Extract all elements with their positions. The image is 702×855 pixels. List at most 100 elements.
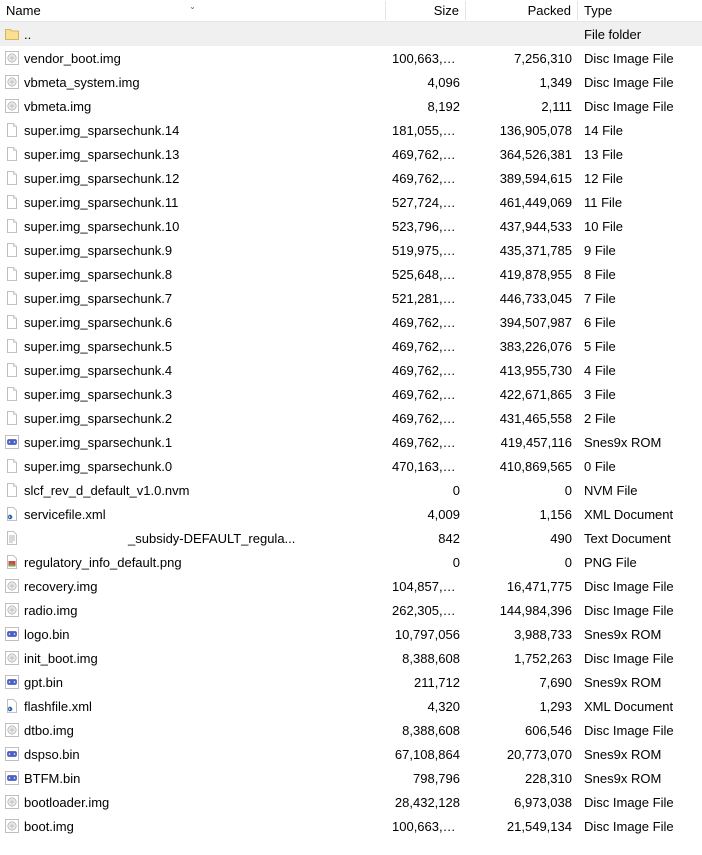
table-row[interactable]: init_boot.img8,388,6081,752,263Disc Imag… (0, 646, 702, 670)
table-row[interactable]: super.img_sparsechunk.12469,762,184389,5… (0, 166, 702, 190)
file-packed: 490 (466, 531, 578, 546)
parent-folder-row[interactable]: ..File folder (0, 22, 702, 46)
file-packed: 446,733,045 (466, 291, 578, 306)
file-name: super.img_sparsechunk.14 (24, 123, 179, 138)
file-size: 469,762,184 (386, 339, 466, 354)
file-name-cell: servicefile.xml (0, 506, 386, 522)
table-row[interactable]: super.img_sparsechunk.6469,762,184394,50… (0, 310, 702, 334)
file-packed: 435,371,785 (466, 243, 578, 258)
file-name-cell: vendor_boot.img (0, 50, 386, 66)
file-type: 5 File (578, 339, 702, 354)
file-name: vendor_boot.img (24, 51, 121, 66)
table-row[interactable]: recovery.img104,857,60016,471,775Disc Im… (0, 574, 702, 598)
table-row[interactable]: vendor_boot.img100,663,2967,256,310Disc … (0, 46, 702, 70)
table-row[interactable]: vbmeta.img8,1922,111Disc Image File (0, 94, 702, 118)
file-name-cell: super.img_sparsechunk.10 (0, 218, 386, 234)
file-name: super.img_sparsechunk.2 (24, 411, 172, 426)
file-name: super.img_sparsechunk.4 (24, 363, 172, 378)
file-packed: 431,465,558 (466, 411, 578, 426)
file-icon (4, 290, 20, 306)
file-icon (4, 386, 20, 402)
table-row[interactable]: flashfile.xml4,3201,293XML Document (0, 694, 702, 718)
table-row[interactable]: super.img_sparsechunk.5469,762,184383,22… (0, 334, 702, 358)
table-row[interactable]: super.img_sparsechunk.0470,163,620410,86… (0, 454, 702, 478)
file-name-cell: super.img_sparsechunk.0 (0, 458, 386, 474)
file-name-cell: _subsidy-DEFAULT_regula... (0, 530, 386, 546)
file-name-cell: bootloader.img (0, 794, 386, 810)
table-row[interactable]: super.img_sparsechunk.1469,762,184419,45… (0, 430, 702, 454)
file-type: Disc Image File (578, 723, 702, 738)
column-header-type[interactable]: Type (578, 1, 702, 20)
file-size: 523,796,644 (386, 219, 466, 234)
file-icon (4, 242, 20, 258)
table-row[interactable]: super.img_sparsechunk.10523,796,644437,9… (0, 214, 702, 238)
table-row[interactable]: boot.img100,663,29621,549,134Disc Image … (0, 814, 702, 838)
file-size: 469,762,184 (386, 147, 466, 162)
file-type: Disc Image File (578, 795, 702, 810)
file-type: 7 File (578, 291, 702, 306)
file-name: super.img_sparsechunk.5 (24, 339, 172, 354)
file-name: servicefile.xml (24, 507, 106, 522)
table-row[interactable]: bootloader.img28,432,1286,973,038Disc Im… (0, 790, 702, 814)
table-row[interactable]: _subsidy-DEFAULT_regula...842490Text Doc… (0, 526, 702, 550)
file-name: _subsidy-DEFAULT_regula... (128, 531, 295, 546)
table-row[interactable]: radio.img262,305,536144,984,396Disc Imag… (0, 598, 702, 622)
column-header-name[interactable]: Name ⌄ (0, 1, 386, 20)
file-packed: 0 (466, 483, 578, 498)
file-name: super.img_sparsechunk.11 (24, 195, 178, 210)
file-packed: 389,594,615 (466, 171, 578, 186)
file-size: 4,096 (386, 75, 466, 90)
table-row[interactable]: BTFM.bin798,796228,310Snes9x ROM (0, 766, 702, 790)
file-type: 11 File (578, 195, 702, 210)
table-row[interactable]: slcf_rev_d_default_v1.0.nvm00NVM File (0, 478, 702, 502)
table-row[interactable]: dspso.bin67,108,86420,773,070Snes9x ROM (0, 742, 702, 766)
table-row[interactable]: regulatory_info_default.png00PNG File (0, 550, 702, 574)
file-packed: 364,526,381 (466, 147, 578, 162)
file-packed: 2,111 (466, 99, 578, 114)
file-name: super.img_sparsechunk.3 (24, 387, 172, 402)
file-type: 14 File (578, 123, 702, 138)
table-row[interactable]: super.img_sparsechunk.13 469,762,184364,5… (0, 142, 702, 166)
file-name-cell: super.img_sparsechunk.2 (0, 410, 386, 426)
file-name: flashfile.xml (24, 699, 92, 714)
file-name-cell: super.img_sparsechunk.4 (0, 362, 386, 378)
file-packed: 21,549,134 (466, 819, 578, 834)
file-name: super.img_sparsechunk.13 (24, 147, 179, 162)
table-row[interactable]: super.img_sparsechunk.7521,281,724446,73… (0, 286, 702, 310)
table-row[interactable]: super.img_sparsechunk.11527,724,760461,4… (0, 190, 702, 214)
file-packed: 1,293 (466, 699, 578, 714)
file-size: 104,857,600 (386, 579, 466, 594)
file-type: Disc Image File (578, 819, 702, 834)
file-name: vbmeta_system.img (24, 75, 140, 90)
file-icon (4, 314, 20, 330)
file-name: recovery.img (24, 579, 97, 594)
file-size: 527,724,760 (386, 195, 466, 210)
table-row[interactable]: gpt.bin211,7127,690Snes9x ROM (0, 670, 702, 694)
table-row[interactable]: vbmeta_system.img4,0961,349Disc Image Fi… (0, 70, 702, 94)
table-row[interactable]: logo.bin10,797,0563,988,733Snes9x ROM (0, 622, 702, 646)
table-row[interactable]: servicefile.xml4,0091,156XML Document (0, 502, 702, 526)
file-name-cell: regulatory_info_default.png (0, 554, 386, 570)
file-size: 181,055,656 (386, 123, 466, 138)
table-row[interactable]: super.img_sparsechunk.14181,055,656136,9… (0, 118, 702, 142)
table-row[interactable]: super.img_sparsechunk.4469,762,184413,95… (0, 358, 702, 382)
file-type: 10 File (578, 219, 702, 234)
table-row[interactable]: super.img_sparsechunk.8525,648,036419,87… (0, 262, 702, 286)
file-size: 469,762,184 (386, 387, 466, 402)
table-row[interactable]: super.img_sparsechunk.2469,762,184431,46… (0, 406, 702, 430)
file-name-cell: super.img_sparsechunk.5 (0, 338, 386, 354)
disc-icon (4, 818, 20, 834)
file-name: super.img_sparsechunk.1 (24, 435, 172, 450)
table-row[interactable]: super.img_sparsechunk.9519,975,204435,37… (0, 238, 702, 262)
file-packed: 410,869,565 (466, 459, 578, 474)
column-header-label: Type (584, 3, 612, 18)
column-header-size[interactable]: Size (386, 1, 466, 20)
file-packed: 394,507,987 (466, 315, 578, 330)
file-size: 469,762,184 (386, 435, 466, 450)
file-type: File folder (578, 27, 702, 42)
snes-icon (4, 626, 20, 642)
table-row[interactable]: dtbo.img8,388,608606,546Disc Image File (0, 718, 702, 742)
table-row[interactable]: super.img_sparsechunk.3469,762,184422,67… (0, 382, 702, 406)
file-packed: 7,256,310 (466, 51, 578, 66)
column-header-packed[interactable]: Packed (466, 1, 578, 20)
